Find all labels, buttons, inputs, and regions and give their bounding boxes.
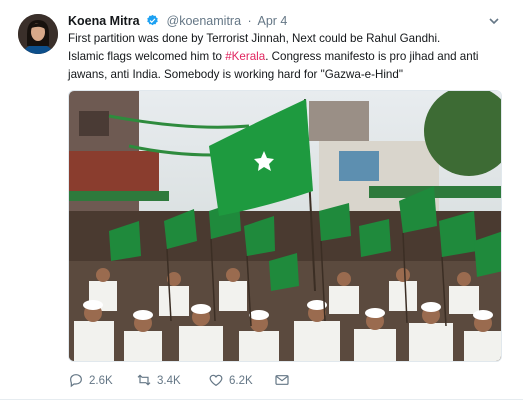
tweet-card[interactable]: Koena Mitra @koenamitra · Apr 4 First pa…: [0, 0, 523, 400]
tweet-photo[interactable]: [68, 90, 502, 362]
direct-message-button[interactable]: [274, 372, 295, 390]
tweet-timestamp[interactable]: Apr 4: [258, 14, 288, 28]
reply-count: 2.6K: [89, 375, 113, 387]
retweet-count: 3.4K: [157, 375, 181, 387]
retweet-button[interactable]: 3.4K: [136, 372, 181, 390]
heart-icon: [208, 374, 229, 387]
tweet-text: First partition was done by Terrorist Ji…: [68, 30, 508, 84]
envelope-icon: [274, 375, 295, 387]
hashtag-link[interactable]: #Kerala: [225, 50, 265, 63]
avatar[interactable]: [18, 14, 58, 54]
tweet-text-line-1: First partition was done by Terrorist Ji…: [68, 32, 441, 45]
separator-dot: ·: [247, 14, 252, 28]
tweet-text-segment: . Congress manifesto is pro jihad and an…: [265, 50, 479, 63]
tweet-text-line-3: jawans, anti India. Somebody is working …: [68, 68, 403, 81]
author-name[interactable]: Koena Mitra: [68, 14, 140, 28]
chevron-down-icon[interactable]: [487, 14, 501, 28]
like-button[interactable]: 6.2K: [208, 372, 253, 390]
tweet-text-line-2: Islamic flags welcomed him to #Kerala. C…: [68, 48, 508, 66]
retweet-icon: [136, 374, 157, 387]
author-handle[interactable]: @koenamitra: [167, 14, 242, 28]
reply-icon: [68, 374, 89, 388]
like-count: 6.2K: [229, 375, 253, 387]
tweet-header: Koena Mitra @koenamitra · Apr 4: [68, 12, 499, 30]
tweet-text-segment: Islamic flags welcomed him to: [68, 50, 226, 63]
reply-button[interactable]: 2.6K: [68, 372, 113, 390]
